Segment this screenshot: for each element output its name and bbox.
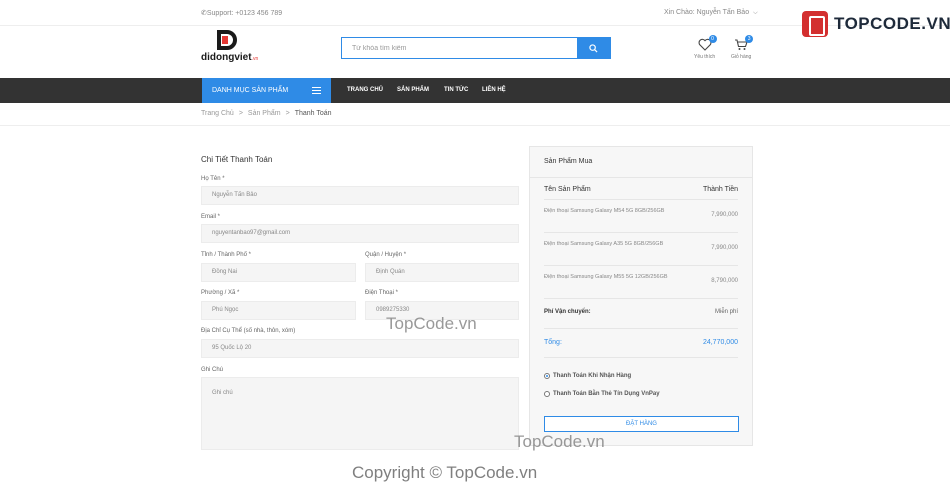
search-bar (341, 37, 611, 59)
billing-title: Chi Tiết Thanh Toán (201, 155, 273, 164)
nav-link-home[interactable]: TRANG CHỦ (347, 78, 383, 103)
wishlist-link[interactable]: 0 Yêu thích (694, 35, 717, 60)
order-item-row: Điện thoại Samsung Galaxy M55 5G 12GB/25… (544, 265, 738, 298)
breadcrumb-products[interactable]: Sản Phẩm (248, 110, 281, 117)
search-input[interactable] (342, 38, 577, 58)
divider (544, 328, 738, 329)
radio-selected-icon[interactable] (544, 373, 550, 379)
watermark-copyright: Copyright © TopCode.vn (352, 463, 538, 482)
ward-label: Phường / Xã * (201, 290, 240, 296)
payment-option-cod[interactable]: Thanh Toán Khi Nhận Hàng (544, 373, 631, 379)
nav-link-contact[interactable]: LIÊN HỆ (482, 78, 506, 103)
search-icon (589, 43, 598, 53)
order-item-name: Điện thoại Samsung Galaxy A35 5G 8GB/256… (544, 241, 664, 247)
phone-label: Điện Thoại * (365, 290, 398, 296)
radio-unselected-icon[interactable] (544, 391, 550, 397)
divider (0, 125, 950, 126)
order-item-row: Điện thoại Samsung Galaxy A35 5G 8GB/256… (544, 232, 738, 265)
cart-link[interactable]: 3 Giỏ hàng (731, 35, 754, 60)
category-menu-label: DANH MỤC SẢN PHẨM (212, 87, 289, 94)
name-label: Họ Tên * (201, 176, 225, 182)
nav-link-products[interactable]: SẢN PHẨM (397, 78, 429, 103)
shipping-label: Phí Vận chuyển: (544, 309, 591, 315)
column-header-product: Tên Sản Phẩm (544, 186, 591, 193)
cart-count-badge: 3 (745, 35, 754, 43)
breadcrumb-separator: > (238, 110, 243, 117)
total-value: 24,770,000 (702, 339, 738, 346)
breadcrumb-home[interactable]: Trang Chủ (201, 110, 234, 117)
support-phone[interactable]: ✆Support: +0123 456 789 (201, 9, 282, 17)
address-field[interactable]: 95 Quốc Lộ 20 (201, 339, 519, 358)
email-field[interactable]: nguyentanbao97@gmail.com (201, 224, 519, 243)
wishlist-label: Yêu thích (694, 54, 716, 60)
order-item-name: Điện thoại Samsung Galaxy M54 5G 8GB/256… (544, 208, 665, 214)
divider (544, 298, 738, 299)
watermark-lower: TopCode.vn (514, 432, 605, 451)
province-field[interactable]: Đồng Nai (201, 263, 356, 282)
payment-option-vnpay-label: Thanh Toán Bằn Thẻ Tín Dụng VnPay (553, 391, 660, 397)
watermark-logo: TOPCODE.VN (802, 9, 950, 39)
logo-text: didongviet.vn (201, 52, 259, 63)
user-greeting-text: Xin Chào: Nguyễn Tấn Bảo (664, 9, 750, 16)
user-greeting[interactable]: Xin Chào: Nguyễn Tấn Bảo ⌵ (664, 9, 758, 17)
chevron-down-icon: ⌵ (753, 10, 758, 16)
order-title: Sản Phẩm Mua (544, 158, 593, 165)
category-menu-button[interactable]: DANH MỤC SẢN PHẨM (202, 78, 331, 103)
order-item-row: Điện thoại Samsung Galaxy M54 5G 8GB/256… (544, 199, 738, 232)
logo-mark-icon (217, 30, 239, 50)
payment-option-vnpay[interactable]: Thanh Toán Bằn Thẻ Tín Dụng VnPay (544, 391, 660, 397)
topcode-logo-icon (802, 11, 828, 37)
email-label: Email * (201, 214, 221, 220)
district-label: Quận / Huyện * (365, 252, 407, 258)
cart-label: Giỏ hàng (731, 54, 752, 60)
name-field[interactable]: Nguyễn Tấn Bảo (201, 186, 519, 205)
main-nav: DANH MỤC SẢN PHẨM TRANG CHỦ SẢN PHẨM TIN… (0, 78, 950, 103)
breadcrumb: Trang Chủ > Sản Phẩm > Thanh Toán (201, 110, 332, 117)
total-row: Tổng: 24,770,000 (544, 339, 738, 346)
nav-link-news[interactable]: TIN TỨC (444, 78, 468, 103)
order-summary-panel: Sản Phẩm Mua Tên Sản Phẩm Thành Tiền Điệ… (529, 146, 753, 446)
search-button[interactable] (577, 38, 610, 58)
divider (544, 357, 738, 358)
shipping-value: Miễn phí (714, 309, 738, 315)
order-item-price: 7,990,000 (711, 245, 738, 251)
note-label: Ghi Chú (201, 367, 224, 373)
address-label: Địa Chỉ Cụ Thể (số nhà, thôn, xóm) (201, 328, 296, 334)
order-item-price: 8,790,000 (711, 278, 738, 284)
watermark-brand: TOPCODE.VN (834, 14, 950, 33)
order-item-price: 7,990,000 (711, 212, 738, 218)
wishlist-count-badge: 0 (708, 35, 717, 43)
province-label: Tỉnh / Thành Phố * (201, 252, 251, 258)
place-order-button[interactable]: ĐẶT HÀNG (544, 416, 739, 432)
breadcrumb-current: Thanh Toán (294, 110, 332, 117)
column-header-total: Thành Tiền (702, 186, 738, 193)
total-label: Tổng: (544, 339, 562, 346)
site-logo[interactable]: didongviet.vn (201, 30, 271, 66)
ward-field[interactable]: Phú Ngọc (201, 301, 356, 320)
menu-icon (312, 87, 321, 94)
watermark-center: TopCode.vn (386, 314, 477, 333)
divider (530, 177, 752, 178)
breadcrumb-separator: > (285, 110, 290, 117)
order-item-name: Điện thoại Samsung Galaxy M55 5G 12GB/25… (544, 274, 668, 280)
note-textarea[interactable]: Ghi chú (201, 377, 519, 450)
district-field[interactable]: Định Quán (365, 263, 519, 282)
payment-option-cod-label: Thanh Toán Khi Nhận Hàng (553, 373, 632, 379)
